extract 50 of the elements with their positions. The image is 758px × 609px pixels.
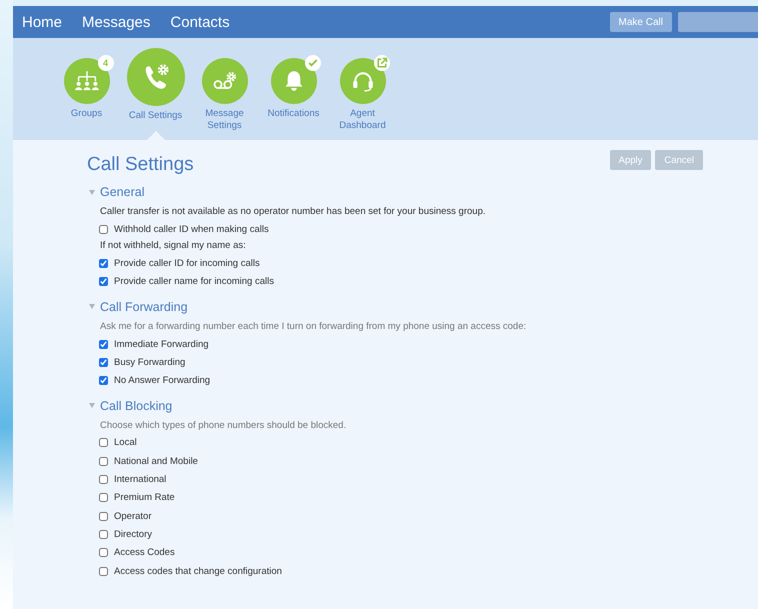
page-title: Call Settings bbox=[87, 154, 194, 176]
count-badge: 4 bbox=[98, 55, 114, 71]
nav-link[interactable]: Contacts bbox=[170, 14, 230, 30]
checkbox-label: Access codes that change configuration bbox=[114, 566, 282, 576]
checkbox[interactable] bbox=[99, 224, 108, 234]
checkbox-label: Immediate Forwarding bbox=[114, 338, 209, 350]
description-text: Ask me for a forwarding number each time I turn on forwarding from my phone using an access code: bbox=[100, 320, 528, 334]
tab-label[interactable]: Notifications bbox=[264, 108, 324, 120]
checkbox-label: Operator bbox=[114, 510, 152, 522]
checkbox-label: Local bbox=[114, 437, 137, 448]
selection-pointer bbox=[146, 131, 164, 140]
nav-link[interactable]: Home bbox=[22, 14, 62, 30]
external-link-icon bbox=[374, 55, 390, 71]
checkbox[interactable] bbox=[99, 566, 108, 576]
search-field[interactable] bbox=[678, 12, 758, 32]
checkbox-label: International bbox=[114, 474, 166, 486]
checkbox[interactable] bbox=[99, 493, 108, 502]
checkbox[interactable] bbox=[99, 512, 108, 521]
tab-label[interactable]: Agent Dashboard bbox=[332, 108, 392, 132]
checkbox-label: Provide caller ID for incoming calls bbox=[114, 258, 260, 269]
checkbox-label: Busy Forwarding bbox=[114, 356, 186, 368]
description-text: Choose which types of phone numbers should be blocked. bbox=[100, 418, 348, 433]
description-text: If not withheld, signal my name as: bbox=[100, 239, 247, 254]
checkbox-label: Access Codes bbox=[114, 547, 175, 558]
section-header[interactable]: Call Blocking bbox=[87, 396, 703, 418]
section-header[interactable]: General bbox=[87, 182, 703, 204]
tab-label[interactable]: Groups bbox=[56, 108, 116, 120]
tab-label[interactable]: Message Settings bbox=[194, 108, 254, 132]
checkbox-label: Withhold caller ID when making calls bbox=[114, 224, 269, 235]
checkbox-label: Directory bbox=[114, 528, 152, 540]
checkbox[interactable] bbox=[99, 456, 108, 466]
make-call-button[interactable]: Make Call bbox=[610, 12, 672, 32]
checkbox-label: No Answer Forwarding bbox=[114, 375, 210, 386]
checkbox[interactable] bbox=[99, 548, 108, 558]
checkbox[interactable] bbox=[99, 358, 108, 367]
checkbox[interactable] bbox=[99, 277, 108, 286]
checkbox[interactable] bbox=[99, 438, 108, 448]
nav-link[interactable]: Messages bbox=[82, 14, 150, 30]
section-header[interactable]: Call Forwarding bbox=[87, 296, 703, 319]
checkbox[interactable] bbox=[99, 258, 108, 268]
checkbox-label: National and Mobile bbox=[114, 456, 198, 467]
checkbox[interactable] bbox=[99, 530, 108, 539]
checkbox-label: Premium Rate bbox=[114, 492, 175, 504]
checkbox-label: Provide caller name for incoming calls bbox=[114, 276, 274, 288]
description-text: Caller transfer is not available as no operator number has been set for your business group. bbox=[100, 205, 486, 219]
tab-label[interactable]: Call Settings bbox=[126, 110, 186, 122]
checkbox[interactable] bbox=[99, 340, 108, 349]
check-icon bbox=[304, 55, 320, 71]
checkbox[interactable] bbox=[99, 475, 108, 484]
checkbox[interactable] bbox=[99, 376, 108, 386]
